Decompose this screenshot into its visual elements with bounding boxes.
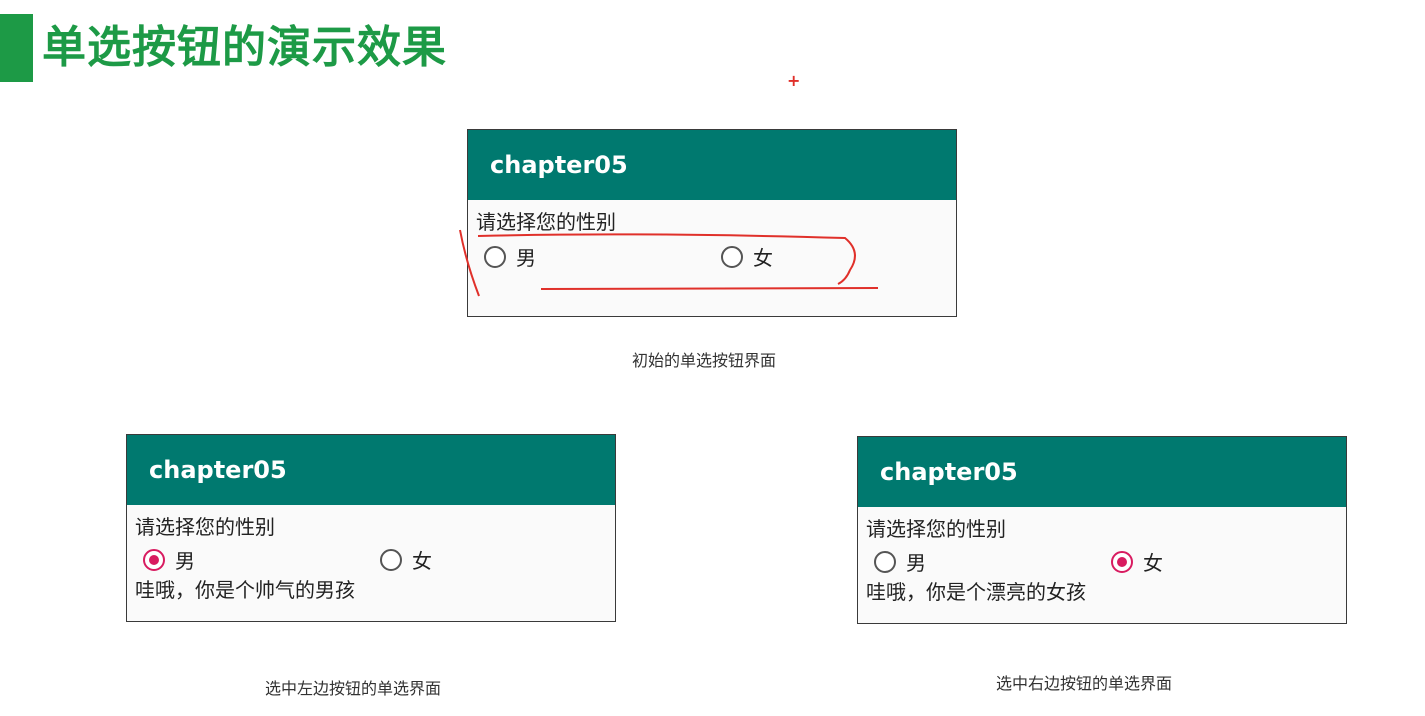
title-accent-bar	[0, 14, 33, 82]
cursor-cross-icon: +	[787, 71, 801, 90]
radio-group: 男 女	[858, 543, 1346, 579]
gender-prompt: 请选择您的性别	[135, 515, 275, 539]
radio-label: 男	[516, 246, 536, 270]
app-title: chapter05	[490, 151, 628, 179]
radio-group: 男 女	[468, 236, 956, 276]
app-title: chapter05	[880, 458, 1018, 486]
app-bar: chapter05	[127, 435, 615, 505]
radio-circle-icon	[380, 548, 402, 571]
app-bar: chapter05	[468, 130, 956, 200]
phone-screen-initial: chapter05 请选择您的性别 男 女	[467, 129, 957, 317]
gender-prompt: 请选择您的性别	[866, 517, 1006, 541]
radio-label: 男	[175, 549, 195, 573]
phone-screen-female-selected: chapter05 请选择您的性别 男 女 哇哦，你是个漂亮的女孩	[857, 436, 1347, 624]
radio-label: 女	[753, 246, 773, 270]
radio-male[interactable]: 男	[143, 545, 195, 574]
slide-title: 单选按钮的演示效果	[42, 22, 447, 73]
radio-circle-icon	[484, 245, 506, 268]
radio-group: 男 女	[127, 541, 615, 577]
radio-male[interactable]: 男	[874, 547, 926, 576]
result-text: 哇哦，你是个漂亮的女孩	[866, 580, 1086, 604]
radio-label: 女	[1143, 551, 1163, 575]
caption-right-selected: 选中右边按钮的单选界面	[996, 674, 1173, 693]
radio-checked-icon	[143, 548, 165, 571]
radio-label: 男	[906, 551, 926, 575]
radio-female[interactable]: 女	[721, 242, 773, 271]
app-bar: chapter05	[858, 437, 1346, 507]
radio-circle-icon	[874, 550, 896, 573]
radio-female[interactable]: 女	[1111, 547, 1163, 576]
caption-initial: 初始的单选按钮界面	[632, 351, 777, 370]
phone-screen-male-selected: chapter05 请选择您的性别 男 女 哇哦，你是个帅气的男孩	[126, 434, 616, 622]
radio-male[interactable]: 男	[484, 242, 536, 271]
app-title: chapter05	[149, 456, 287, 484]
radio-female[interactable]: 女	[380, 545, 432, 574]
caption-left-selected: 选中左边按钮的单选界面	[265, 679, 442, 698]
radio-circle-icon	[721, 245, 743, 268]
radio-label: 女	[412, 549, 432, 573]
result-text: 哇哦，你是个帅气的男孩	[135, 578, 355, 602]
gender-prompt: 请选择您的性别	[476, 210, 616, 234]
radio-checked-icon	[1111, 550, 1133, 573]
